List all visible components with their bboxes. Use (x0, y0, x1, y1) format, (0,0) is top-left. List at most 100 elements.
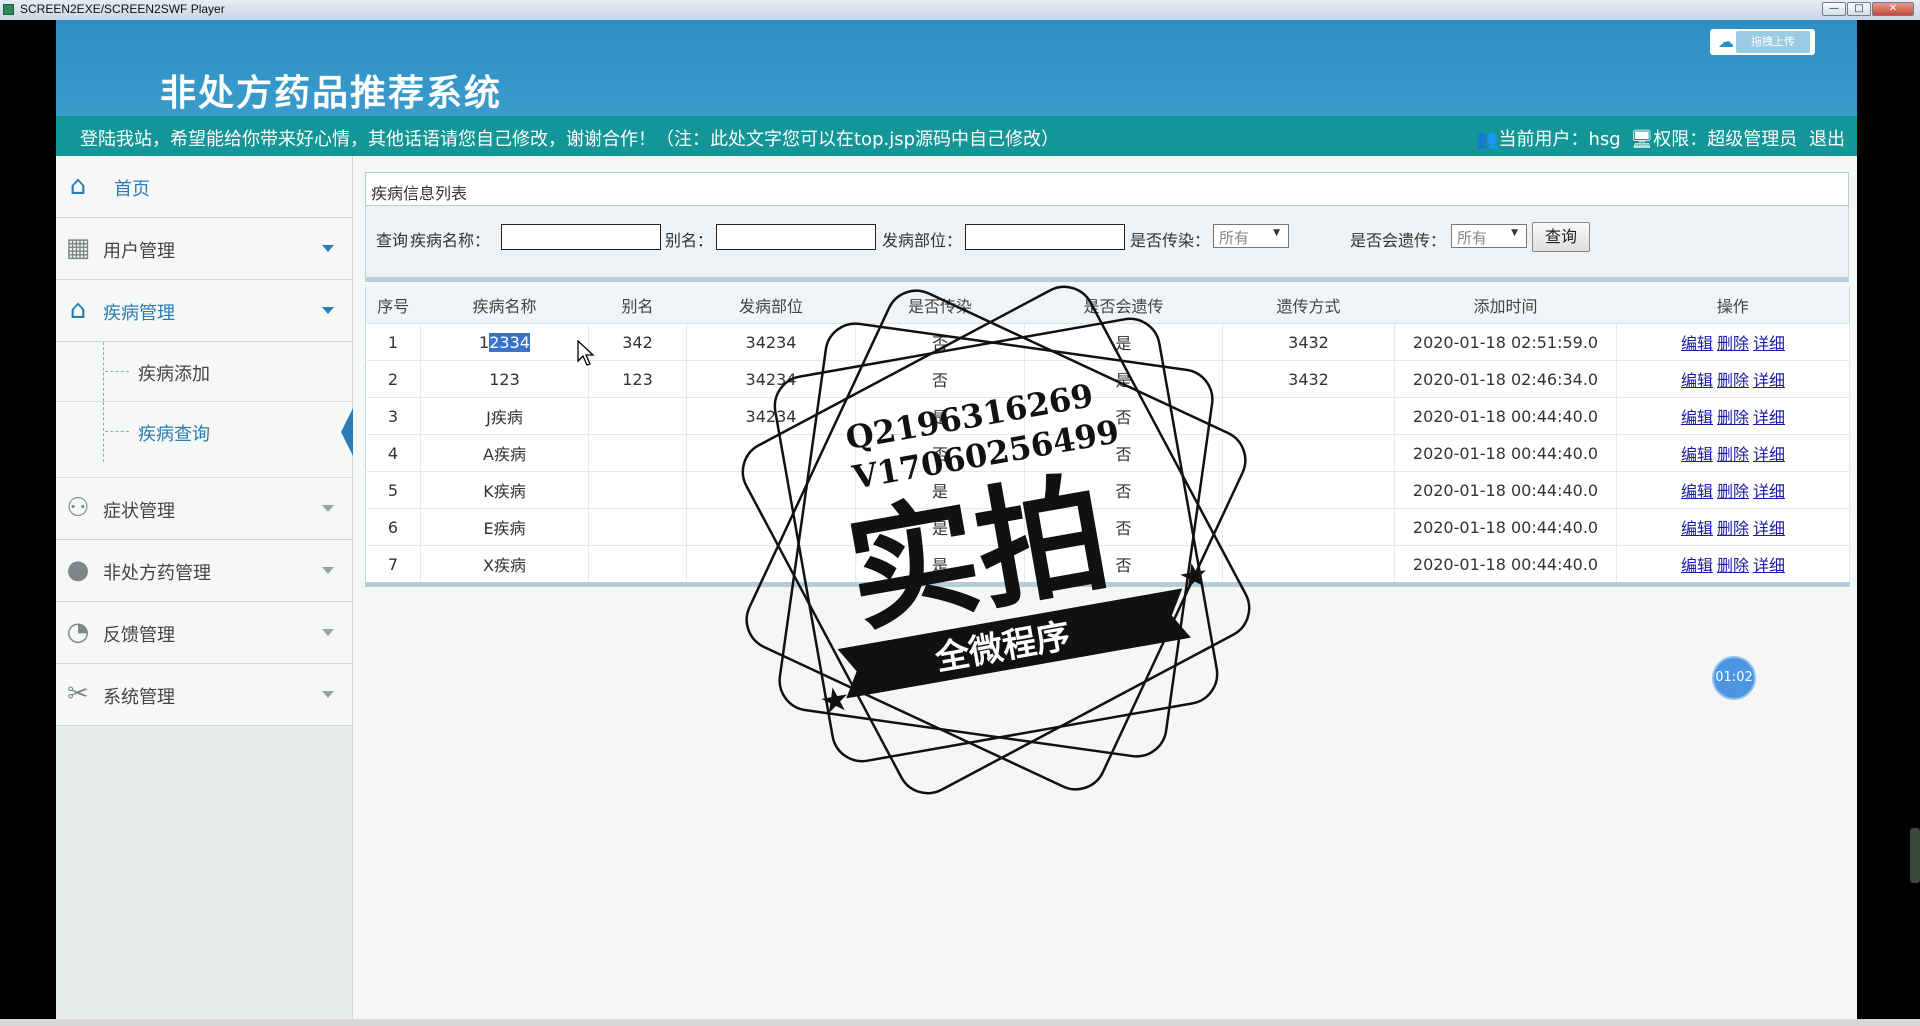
sidebar-item-home[interactable]: ⌂ 首页 (56, 156, 352, 218)
table-cell: 12334 (420, 323, 589, 361)
player-bottom-bar (0, 1019, 1920, 1026)
table-cell: 34234 (686, 323, 856, 361)
col-header[interactable]: 添加时间 (1394, 287, 1617, 324)
sidebar-item-symptom[interactable]: ⚇ 症状管理 (56, 478, 352, 540)
role-label: 权限： (1653, 129, 1708, 150)
edit-link[interactable]: 编辑 (1681, 371, 1713, 390)
actions-cell: 编辑 删除 详细 (1616, 508, 1850, 546)
sidebar-item-label: 首页 (114, 179, 150, 200)
edit-link[interactable]: 编辑 (1681, 519, 1713, 538)
table-cell (686, 508, 856, 546)
col-header[interactable]: 操作 (1616, 287, 1850, 324)
hereditary-select[interactable]: 所有 ▼ (1451, 224, 1527, 248)
maximize-button[interactable]: □ (1847, 2, 1871, 16)
watermark-banner-text: 全微程序 (931, 616, 1073, 679)
delete-link[interactable]: 删除 (1717, 408, 1749, 427)
upload-button[interactable]: ☁ 拖拽上传 (1710, 29, 1815, 55)
table-cell: 2020-01-18 00:44:40.0 (1394, 397, 1617, 435)
table-cell: 否 (1024, 545, 1223, 585)
table-cell: 否 (1024, 434, 1223, 472)
edit-link[interactable]: 编辑 (1681, 334, 1713, 353)
edit-link[interactable]: 编辑 (1681, 445, 1713, 464)
upload-label: 拖拽上传 (1736, 31, 1810, 53)
col-header[interactable]: 是否会遗传 (1024, 287, 1223, 324)
table-cell (588, 471, 687, 509)
delete-link[interactable]: 删除 (1717, 482, 1749, 501)
home-icon: ⌂ (69, 295, 87, 325)
detail-link[interactable]: 详细 (1753, 445, 1785, 464)
close-button[interactable]: ✕ (1872, 2, 1914, 16)
table-cell: 4 (365, 434, 421, 472)
chat-icon: ◔ (66, 617, 90, 647)
contagious-select[interactable]: 所有 ▼ (1213, 224, 1289, 248)
col-header[interactable]: 遗传方式 (1222, 287, 1395, 324)
sidebar-item-otc-drug[interactable]: ● 非处方药管理 (56, 540, 352, 602)
delete-link[interactable]: 删除 (1717, 556, 1749, 575)
table-cell: 3 (365, 397, 421, 435)
edit-link[interactable]: 编辑 (1681, 408, 1713, 427)
minimize-button[interactable]: — (1822, 2, 1846, 16)
table-cell: 2020-01-18 00:44:40.0 (1394, 508, 1617, 546)
table-cell (1222, 397, 1395, 435)
contagious-select-value: 所有 (1219, 229, 1250, 247)
actions-cell: 编辑 删除 详细 (1616, 397, 1850, 435)
detail-link[interactable]: 详细 (1753, 408, 1785, 427)
sidebar-item-users[interactable]: ▦ 用户管理 (56, 218, 352, 280)
sidebar-subitem-disease-add[interactable]: 疾病添加 (56, 342, 352, 402)
detail-link[interactable]: 详细 (1753, 371, 1785, 390)
table-cell: 342 (588, 323, 687, 361)
col-header[interactable]: 是否传染 (855, 287, 1025, 324)
detail-link[interactable]: 详细 (1753, 519, 1785, 538)
role-icon: 🖥 (1630, 129, 1654, 150)
col-header[interactable]: 发病部位 (686, 287, 856, 324)
col-header[interactable]: 别名 (588, 287, 687, 324)
recording-timer[interactable]: 01:02 (1712, 656, 1756, 700)
side-scroll-handle[interactable] (1910, 828, 1920, 883)
table-cell: 是 (1024, 323, 1223, 361)
delete-link[interactable]: 删除 (1717, 334, 1749, 353)
table-cell: X疾病 (420, 545, 589, 585)
table-cell: 否 (855, 434, 1025, 472)
delete-link[interactable]: 删除 (1717, 445, 1749, 464)
delete-link[interactable]: 删除 (1717, 519, 1749, 538)
edit-link[interactable]: 编辑 (1681, 482, 1713, 501)
site-input[interactable] (965, 224, 1125, 250)
delete-link[interactable]: 删除 (1717, 371, 1749, 390)
alias-input[interactable] (716, 224, 876, 250)
col-header[interactable]: 序号 (365, 287, 421, 324)
disease-name-input[interactable] (501, 224, 661, 250)
logout-link[interactable]: 退出 (1809, 129, 1845, 150)
table-cell: 是 (855, 545, 1025, 585)
col-header[interactable]: 疾病名称 (420, 287, 589, 324)
sidebar-item-disease[interactable]: ⌂ 疾病管理 (56, 280, 352, 342)
detail-link[interactable]: 详细 (1753, 482, 1785, 501)
table-cell (686, 434, 856, 472)
search-button[interactable]: 查询 (1532, 222, 1590, 252)
notice-message: 登陆我站，希望能给你带来好心情，其他话语请您自己修改，谢谢合作！（注：此处文字您… (80, 129, 1060, 150)
table-cell (588, 397, 687, 435)
sidebar-item-feedback[interactable]: ◔ 反馈管理 (56, 602, 352, 664)
sidebar-subitem-disease-query[interactable]: 疾病查询 (56, 402, 353, 478)
table-cell: 6 (365, 508, 421, 546)
cloud-icon: ☁ (1718, 32, 1734, 51)
detail-link[interactable]: 详细 (1753, 334, 1785, 353)
sidebar-item-system[interactable]: ✂ 系统管理 (56, 664, 352, 726)
table-cell: E疾病 (420, 508, 589, 546)
detail-link[interactable]: 详细 (1753, 556, 1785, 575)
table-cell: 2020-01-18 00:44:40.0 (1394, 434, 1617, 472)
role-value: 超级管理员 (1707, 129, 1798, 150)
edit-link[interactable]: 编辑 (1681, 556, 1713, 575)
table-cell: 否 (855, 360, 1025, 398)
table-cell: 2020-01-18 00:44:40.0 (1394, 545, 1617, 585)
table-cell: 2 (365, 360, 421, 398)
table-row: 6 E疾病是否 2020-01-18 00:44:40.0 编辑 删除 详细 (365, 508, 1850, 546)
table-row: 4 A疾病否否 2020-01-18 00:44:40.0 编辑 删除 详细 (365, 434, 1850, 472)
app-window: 非处方药品推荐系统 ☁ 拖拽上传 登陆我站，希望能给你带来好心情，其他话语请您自… (56, 20, 1857, 1019)
hereditary-label: 是否会遗传： (1350, 231, 1447, 250)
sidebar-item-label: 症状管理 (103, 501, 175, 522)
active-marker-icon (341, 408, 353, 456)
chevron-down-icon (322, 307, 334, 314)
current-username: hsg (1588, 129, 1621, 150)
table-cell: 2020-01-18 02:51:59.0 (1394, 323, 1617, 361)
actions-cell: 编辑 删除 详细 (1616, 545, 1850, 585)
